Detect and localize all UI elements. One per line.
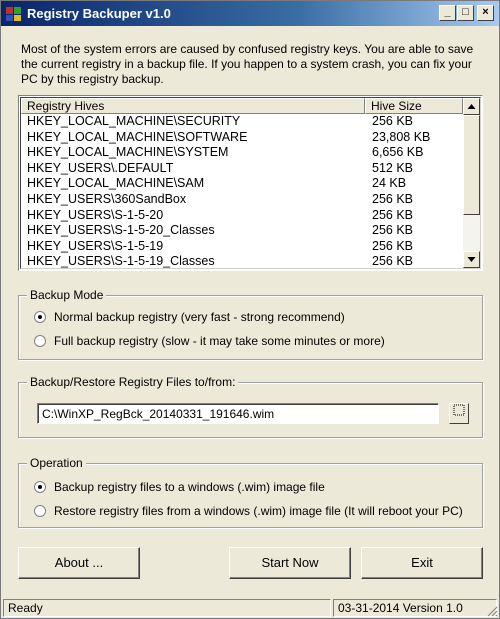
radio-restore-label[interactable]: Restore registry files from a windows (.… bbox=[54, 504, 463, 518]
scroll-up-button[interactable] bbox=[463, 98, 480, 115]
hive-name-cell: HKEY_USERS\S-1-5-19_Classes bbox=[27, 254, 215, 269]
radio-dot-icon bbox=[38, 485, 42, 489]
table-row[interactable]: HKEY_USERS\360SandBox 256 KB bbox=[21, 192, 463, 208]
backup-mode-title: Backup Mode bbox=[27, 288, 107, 302]
hive-size-cell: 256 KB bbox=[372, 191, 414, 206]
table-row[interactable]: HKEY_USERS\S-1-5-19 256 KB bbox=[21, 239, 463, 255]
hive-name-cell: HKEY_USERS\S-1-5-20 bbox=[27, 207, 164, 222]
hive-name-cell: HKEY_LOCAL_MACHINE\SAM bbox=[27, 176, 205, 191]
hive-name-cell: HKEY_USERS\S-1-5-20_Classes bbox=[27, 223, 215, 238]
main-window: Registry Backuper v1.0 _ □ × Most of the… bbox=[0, 0, 500, 619]
radio-full-label[interactable]: Full backup registry (slow - it may take… bbox=[54, 334, 385, 348]
table-row[interactable]: HKEY_LOCAL_MACHINE\SAM 24 KB bbox=[21, 176, 463, 192]
list-scrollbar[interactable] bbox=[463, 98, 480, 268]
table-row[interactable]: HKEY_LOCAL_MACHINE\SOFTWARE 23,808 KB bbox=[21, 130, 463, 146]
description-text: Most of the system errors are caused by … bbox=[21, 42, 474, 86]
table-row[interactable]: HKEY_LOCAL_MACHINE\SYSTEM 6,656 KB bbox=[21, 145, 463, 161]
hive-size-cell: 256 KB bbox=[372, 254, 414, 269]
column-header-size[interactable]: Hive Size bbox=[365, 98, 463, 114]
radio-full-icon[interactable] bbox=[34, 335, 46, 347]
exit-button[interactable]: Exit bbox=[361, 547, 483, 579]
minimize-icon: _ bbox=[444, 6, 451, 18]
backup-path-input[interactable] bbox=[37, 403, 439, 424]
hive-size-cell: 512 KB bbox=[372, 160, 414, 175]
maximize-button[interactable]: □ bbox=[457, 5, 474, 21]
list-body: HKEY_LOCAL_MACHINE\SECURITY 256 KB HKEY_LO… bbox=[21, 114, 463, 269]
hive-name-cell: HKEY_USERS\360SandBox bbox=[27, 191, 187, 206]
scroll-down-button[interactable] bbox=[463, 251, 480, 268]
list-header: Registry Hives Hive Size bbox=[21, 98, 463, 114]
radio-restore-icon[interactable] bbox=[34, 505, 46, 517]
hive-name-cell: HKEY_LOCAL_MACHINE\SYSTEM bbox=[27, 145, 229, 160]
operation-group: Operation Backup registry files to a win… bbox=[18, 456, 483, 528]
files-title: Backup/Restore Registry Files to/from: bbox=[27, 375, 239, 389]
triangle-up-icon bbox=[467, 104, 476, 109]
hive-name-cell: HKEY_LOCAL_MACHINE\SECURITY bbox=[27, 114, 241, 128]
radio-backup-icon[interactable] bbox=[34, 481, 46, 493]
start-now-button[interactable]: Start Now bbox=[229, 547, 351, 579]
app-registry-icon bbox=[6, 7, 21, 21]
hive-size-cell: 24 KB bbox=[372, 176, 407, 191]
hive-size-cell: 23,808 KB bbox=[372, 129, 431, 144]
triangle-down-icon bbox=[467, 257, 476, 262]
radio-normal-label[interactable]: Normal backup registry (very fast - stro… bbox=[54, 310, 345, 324]
close-icon: × bbox=[482, 6, 489, 18]
backup-mode-group: Backup Mode Normal backup registry (very… bbox=[18, 288, 483, 360]
table-row[interactable]: HKEY_USERS\S-1-5-20_Classes 256 KB bbox=[21, 223, 463, 239]
browse-button[interactable] bbox=[449, 403, 469, 424]
hive-name-cell: HKEY_USERS\.DEFAULT bbox=[27, 160, 174, 175]
hive-name-cell: HKEY_LOCAL_MACHINE\SOFTWARE bbox=[27, 129, 248, 144]
hive-name-cell: HKEY_USERS\S-1-5-19 bbox=[27, 238, 164, 253]
maximize-icon: □ bbox=[462, 6, 469, 18]
radio-backup-label[interactable]: Backup registry files to a windows (.wim… bbox=[54, 480, 325, 494]
table-row[interactable]: HKEY_USERS\S-1-5-20 256 KB bbox=[21, 208, 463, 224]
hive-size-cell: 256 KB bbox=[372, 114, 414, 128]
table-row[interactable]: HKEY_USERS\.DEFAULT 512 KB bbox=[21, 161, 463, 177]
operation-title: Operation bbox=[27, 456, 86, 470]
radio-dot-icon bbox=[38, 315, 42, 319]
minimize-button[interactable]: _ bbox=[439, 5, 456, 21]
hives-list[interactable]: Registry Hives Hive Size HKEY_LOCAL_MACH… bbox=[18, 95, 483, 271]
status-text: Ready bbox=[3, 599, 331, 617]
hive-size-cell: 6,656 KB bbox=[372, 145, 424, 160]
files-group: Backup/Restore Registry Files to/from: bbox=[18, 375, 483, 438]
table-row[interactable]: HKEY_USERS\S-1-5-19_Classes 256 KB bbox=[21, 254, 463, 269]
close-button[interactable]: × bbox=[477, 5, 494, 21]
resize-grip-icon[interactable] bbox=[486, 605, 498, 617]
scroll-thumb[interactable] bbox=[463, 115, 480, 215]
ellipsis-browse-icon bbox=[453, 404, 465, 416]
title-bar[interactable]: Registry Backuper v1.0 _ □ × bbox=[1, 1, 499, 26]
hive-size-cell: 256 KB bbox=[372, 223, 414, 238]
status-version: 03-31-2014 Version 1.0 bbox=[333, 599, 497, 617]
window-title: Registry Backuper v1.0 bbox=[27, 6, 171, 21]
hive-size-cell: 256 KB bbox=[372, 207, 414, 222]
column-header-hives[interactable]: Registry Hives bbox=[21, 98, 365, 114]
hive-size-cell: 256 KB bbox=[372, 238, 414, 253]
radio-normal-icon[interactable] bbox=[34, 311, 46, 323]
status-bar: Ready 03-31-2014 Version 1.0 bbox=[1, 598, 499, 618]
about-button[interactable]: About ... bbox=[18, 547, 140, 579]
table-row[interactable]: HKEY_LOCAL_MACHINE\SECURITY 256 KB bbox=[21, 114, 463, 130]
